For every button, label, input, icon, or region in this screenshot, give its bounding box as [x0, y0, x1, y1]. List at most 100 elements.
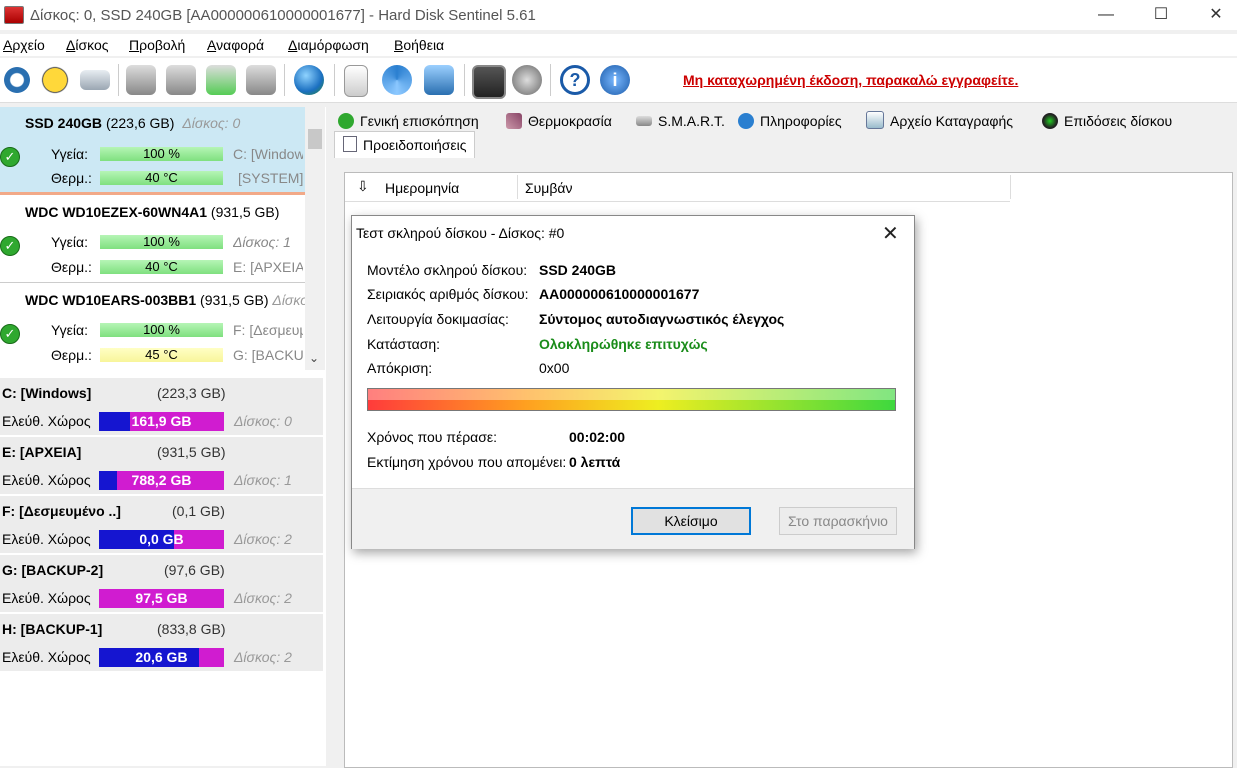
tab-temperature[interactable]: Θερμοκρασία [506, 108, 612, 134]
disk-volume-ref: G: [BACKUP-2] [233, 347, 303, 363]
monitor-icon[interactable] [472, 65, 506, 99]
disk-volume-ref: [SYSTEM] [238, 170, 303, 186]
volume-disk: Δίσκος: 2 [234, 531, 292, 547]
ok-check-icon: ✓ [0, 147, 20, 167]
disk-item[interactable]: WDC WD10EARS-003BB1 (931,5 GB) Δίσκος: 2… [0, 284, 305, 370]
disk-size: (223,6 GB) [105, 115, 175, 131]
toolbar-separator [118, 64, 119, 96]
disk-name-line: WDC WD10EZEX-60WN4A1 (931,5 GB) [25, 204, 279, 220]
toolbar-separator [464, 64, 465, 96]
tab-log[interactable]: Αρχείο Καταγραφής [866, 108, 1013, 134]
menu-view[interactable]: Προβολή [129, 37, 185, 53]
serial-label: Σειριακός αριθμός δίσκου: [367, 286, 529, 302]
dialog-footer: Κλείσιμο Στο παρασκήνιο [352, 488, 914, 549]
column-divider[interactable] [1010, 175, 1011, 199]
scrollbar-thumb[interactable] [308, 129, 322, 149]
drive-icon [636, 116, 652, 126]
response-label: Απόκριση: [367, 360, 433, 376]
volume-size: (931,5 GB) [157, 444, 226, 460]
tab-information[interactable]: Πληροφορίες [738, 108, 842, 134]
volume-item[interactable]: H: [BACKUP-1] (833,8 GB) Ελεύθ. Χώρος 20… [0, 614, 323, 673]
temp-label: Θερμ.: [51, 259, 92, 275]
tab-label: Πληροφορίες [760, 113, 842, 129]
menu-configuration[interactable]: Διαμόρφωση [288, 37, 369, 53]
elapsed-value: 00:02:00 [569, 429, 626, 445]
registration-notice[interactable]: Μη καταχωρημένη έκδοση, παρακαλώ εγγραφε… [683, 72, 1018, 88]
sort-arrow-icon[interactable]: ⇩ [357, 178, 369, 195]
background-button[interactable]: Στο παρασκήνιο [779, 507, 897, 535]
tab-smart[interactable]: S.M.A.R.T. [636, 108, 725, 134]
disk-volume-ref: E: [ΑΡΧΕΙΑ] [233, 259, 303, 275]
serial-value: AA000000610000001677 [539, 286, 700, 302]
volume-item[interactable]: C: [Windows] (223,3 GB) Ελεύθ. Χώρος 161… [0, 378, 323, 437]
column-event[interactable]: Συμβάν [525, 180, 573, 196]
disk-size: (931,5 GB) [200, 292, 269, 308]
disk-icon[interactable] [80, 70, 110, 90]
info-icon [738, 113, 754, 129]
tab-performance[interactable]: Επιδόσεις δίσκου [1042, 108, 1172, 134]
free-space-bar: 0,0 GB [99, 530, 224, 549]
warning-icon[interactable] [40, 65, 70, 95]
health-label: Υγεία: [51, 322, 89, 338]
tab-label: Προειδοποιήσεις [363, 137, 467, 153]
info-icon[interactable]: i [600, 65, 630, 95]
maximize-button[interactable]: ☐ [1136, 0, 1186, 30]
free-space-value: 0,0 GB [139, 531, 184, 547]
disk-name: WDC WD10EZEX-60WN4A1 [25, 204, 208, 220]
app-icon [4, 6, 24, 24]
volume-size: (223,3 GB) [157, 385, 226, 401]
ok-check-icon: ✓ [0, 236, 20, 256]
menu-help[interactable]: Βοήθεια [394, 37, 444, 53]
title-bar: Δίσκος: 0, SSD 240GB [AA0000006100000016… [0, 0, 1237, 30]
surface-test-icon[interactable] [166, 65, 196, 95]
dialog-title: Τεστ σκληρού δίσκου - Δίσκος: #0 [356, 225, 565, 241]
report-icon[interactable] [344, 65, 368, 97]
volume-item[interactable]: G: [BACKUP-2] (97,6 GB) Ελεύθ. Χώρος 97,… [0, 555, 323, 614]
thermometer-icon [506, 113, 522, 129]
close-window-button[interactable]: ✕ [1191, 0, 1237, 30]
disk-name: WDC WD10EARS-003BB1 [25, 292, 197, 308]
tools-icon[interactable] [246, 65, 276, 95]
disk-item[interactable]: WDC WD10EZEX-60WN4A1 (931,5 GB) ✓ Υγεία:… [0, 196, 305, 283]
disk-list-scrollbar[interactable]: ⌄ [305, 107, 325, 370]
column-date[interactable]: Ημερομηνία [385, 180, 459, 196]
left-pane: SSD 240GB (223,6 GB) Δίσκος: 0 ✓ Υγεία: … [0, 107, 326, 766]
network-icon[interactable] [424, 65, 454, 95]
menu-disk[interactable]: Δίσκος [66, 37, 108, 53]
globe-icon[interactable] [294, 65, 324, 95]
menu-file[interactable]: Αρχείο [3, 37, 45, 53]
sound-icon[interactable] [512, 65, 542, 95]
volume-disk: Δίσκος: 1 [234, 472, 292, 488]
refresh-icon[interactable] [2, 65, 32, 95]
temp-bar: 40 °C [100, 171, 223, 185]
disk-item[interactable]: SSD 240GB (223,6 GB) Δίσκος: 0 ✓ Υγεία: … [0, 107, 305, 195]
volume-name: H: [BACKUP-1] [2, 621, 103, 637]
minimize-button[interactable]: — [1081, 0, 1131, 30]
status-value: Ολοκληρώθηκε επιτυχώς [539, 336, 708, 352]
free-space-label: Ελεύθ. Χώρος [2, 531, 91, 547]
close-button[interactable]: Κλείσιμο [631, 507, 751, 535]
menu-report[interactable]: Αναφορά [207, 37, 264, 53]
toolbar: ? i Μη καταχωρημένη έκδοση, παρακαλώ εγγ… [0, 58, 1237, 103]
response-value: 0x00 [539, 360, 570, 376]
scroll-down-icon[interactable]: ⌄ [309, 351, 319, 365]
volume-name: F: [Δεσμευμένο ..] [2, 503, 121, 519]
volume-item[interactable]: E: [ΑΡΧΕΙΑ] (931,5 GB) Ελεύθ. Χώρος 788,… [0, 437, 323, 496]
test-disk-icon[interactable] [126, 65, 156, 95]
tab-alerts[interactable]: Προειδοποιήσεις [334, 131, 476, 158]
test-ok-icon[interactable] [206, 65, 236, 95]
gauge-icon [1042, 113, 1058, 129]
disk-number: Δίσκος: 1 [233, 234, 291, 250]
model-label: Μοντέλο σκληρού δίσκου: [367, 262, 528, 278]
alerts-icon [343, 136, 357, 152]
disk-size: (931,5 GB) [210, 204, 280, 220]
health-label: Υγεία: [51, 234, 89, 250]
tab-label: Αρχείο Καταγραφής [890, 113, 1014, 129]
disk-name-line: WDC WD10EARS-003BB1 (931,5 GB) Δίσκος: 2 [25, 292, 305, 308]
close-icon[interactable]: ✕ [882, 221, 899, 246]
column-header: ⇩ Ημερομηνία Συμβάν [345, 173, 1011, 202]
column-divider[interactable] [517, 175, 518, 199]
volume-item[interactable]: F: [Δεσμευμένο ..] (0,1 GB) Ελεύθ. Χώρος… [0, 496, 323, 555]
help-icon[interactable]: ? [560, 65, 590, 95]
sync-icon[interactable] [382, 65, 412, 95]
